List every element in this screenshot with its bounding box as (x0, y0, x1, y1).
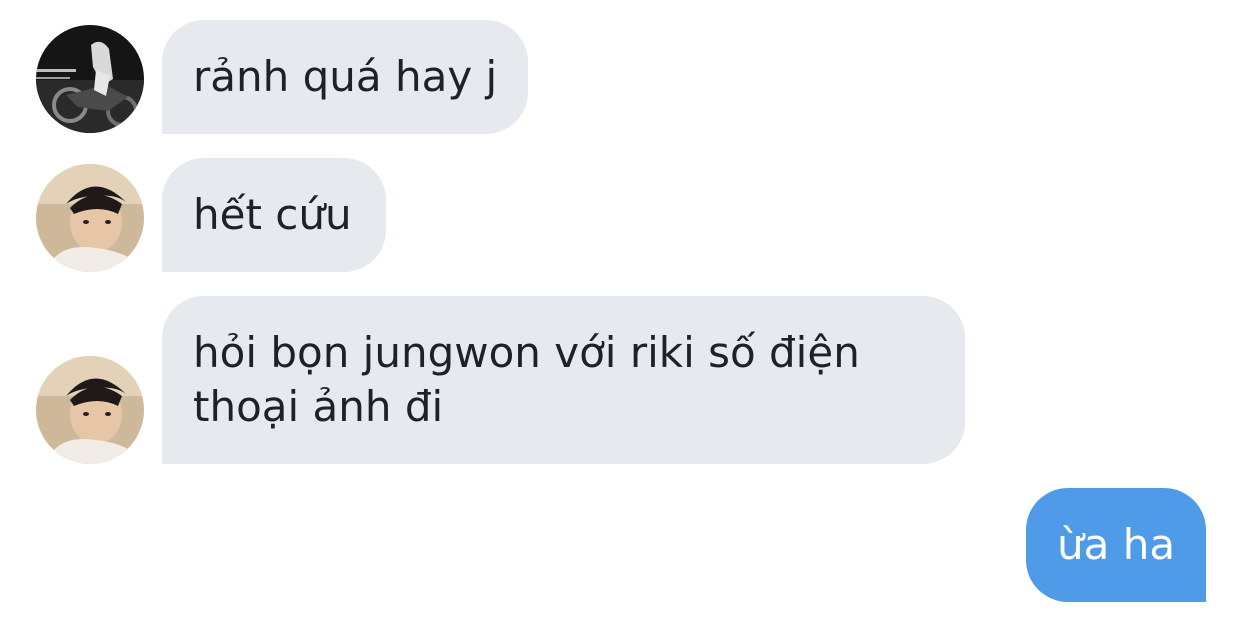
message-text: hết cứu (193, 190, 352, 239)
message-text: rảnh quá hay j (193, 52, 498, 101)
avatar-beach-boy-image (36, 356, 144, 464)
message-bubble-incoming[interactable]: hỏi bọn jungwon với riki số điện thoại ả… (162, 296, 965, 464)
message-text-line: hỏi bọn jungwon với riki số điện (193, 328, 860, 377)
message-bubble-incoming[interactable]: hết cứu (162, 158, 386, 272)
message-bubble-outgoing[interactable]: ừa ha (1026, 488, 1206, 602)
message-text-line: thoại ảnh đi (193, 382, 444, 431)
avatar-bw-motorbike-image (36, 25, 144, 133)
chat-screen: { "colors": { "incoming_bubble": "#e6e9e… (0, 0, 1242, 635)
avatar[interactable] (36, 25, 144, 133)
avatar-beach-boy-image (36, 164, 144, 272)
message-text: ừa ha (1057, 520, 1176, 569)
message-bubble-incoming[interactable]: rảnh quá hay j (162, 20, 528, 134)
avatar[interactable] (36, 164, 144, 272)
avatar[interactable] (36, 356, 144, 464)
